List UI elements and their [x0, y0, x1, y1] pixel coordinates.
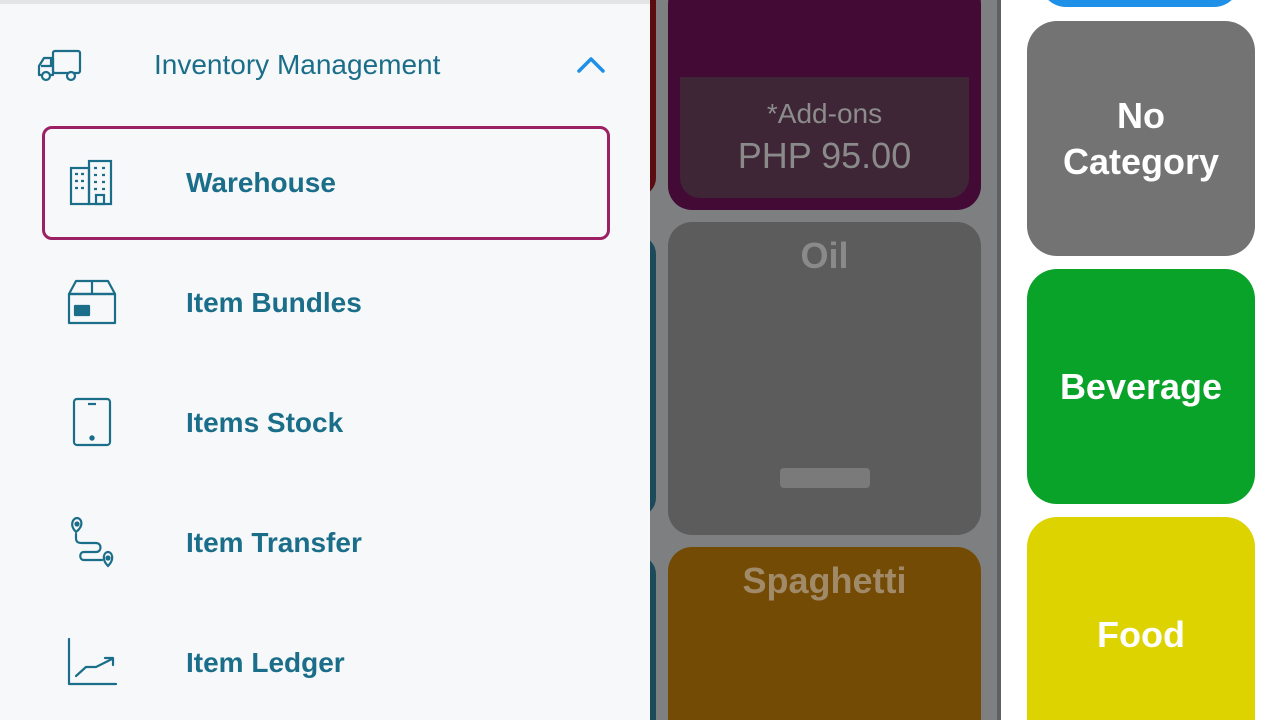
category-tile-partial[interactable]	[1040, 0, 1240, 7]
menu-item-label: Item Ledger	[186, 647, 345, 678]
section-label: Inventory Management	[154, 49, 441, 80]
category-label: Beverage	[1059, 365, 1223, 407]
product-name: Oil	[800, 235, 849, 276]
buildings-icon	[66, 156, 118, 208]
category-label: No Category	[1062, 94, 1220, 182]
menu-item-label: Item Bundles	[186, 287, 362, 318]
product-tile-oil[interactable]: Oil	[668, 222, 981, 535]
product-name: Spaghetti	[742, 560, 907, 601]
menu-item-label: Warehouse	[186, 167, 336, 198]
product-tile-spaghetti[interactable]: Spaghetti	[668, 547, 981, 720]
category-label: Food	[1097, 613, 1185, 655]
truck-icon	[36, 48, 82, 84]
trend-chart-icon	[66, 636, 118, 688]
chevron-up-icon[interactable]	[576, 54, 606, 76]
tablet-icon	[66, 396, 118, 448]
product-placeholder-bar	[780, 468, 870, 488]
box-icon	[66, 276, 118, 328]
route-icon	[66, 516, 118, 568]
menu-item-item-transfer[interactable]: Item Transfer	[42, 486, 610, 600]
category-tile-food[interactable]: Food	[1027, 517, 1255, 720]
inventory-management-section[interactable]: Inventory Management	[0, 30, 650, 102]
menu-item-item-ledger[interactable]: Item Ledger	[42, 606, 610, 720]
drawer-divider	[0, 0, 650, 4]
menu-item-label: Item Transfer	[186, 527, 362, 558]
product-name: *Add-ons	[766, 98, 883, 129]
product-tile-addons[interactable]: *Add-ons PHP 95.00	[668, 0, 981, 210]
product-price: PHP 95.00	[737, 135, 912, 176]
navigation-drawer: Inventory Management Warehouse Item Bund…	[0, 0, 650, 720]
category-tile-beverage[interactable]: Beverage	[1027, 269, 1255, 504]
menu-item-items-stock[interactable]: Items Stock	[42, 366, 610, 480]
menu-item-label: Items Stock	[186, 407, 344, 438]
menu-item-warehouse[interactable]: Warehouse	[42, 126, 610, 240]
category-tile-no-category[interactable]: No Category	[1027, 21, 1255, 256]
menu-item-item-bundles[interactable]: Item Bundles	[42, 246, 610, 360]
